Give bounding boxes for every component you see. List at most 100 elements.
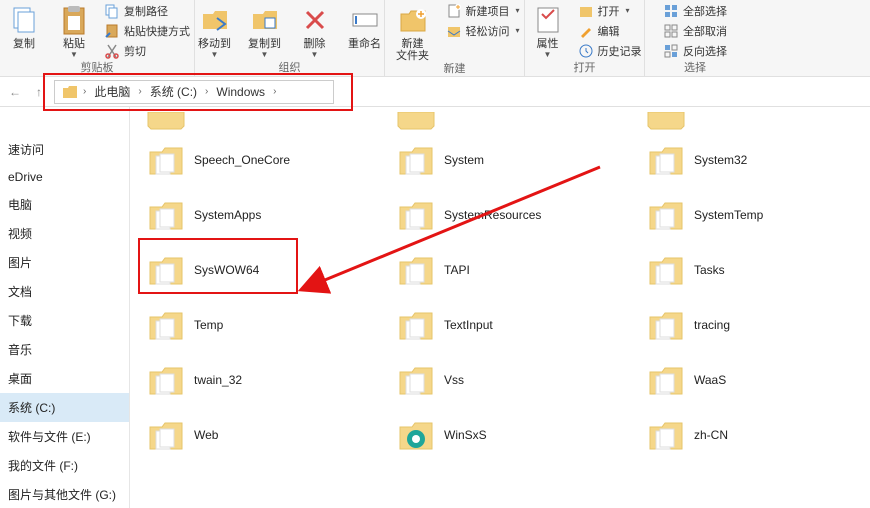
copyto-button[interactable]: 复制到 ▼	[243, 2, 287, 59]
chevron-down-icon: ▼	[311, 50, 319, 59]
folder-name: twain_32	[194, 373, 242, 387]
folder-item[interactable]: Tasks	[640, 242, 870, 297]
folder-item[interactable]: WaaS	[640, 352, 870, 407]
folder-view[interactable]: Speech_OneCoreSystemSystem32SystemAppsSy…	[130, 107, 870, 508]
folder-name: SysWOW64	[194, 263, 259, 277]
chevron-down-icon: ▾	[516, 26, 520, 35]
moveto-icon	[199, 4, 231, 36]
folder-name: zh-CN	[694, 428, 728, 442]
sidebar-item[interactable]: 视频	[0, 219, 129, 248]
sidebar-item[interactable]: 图片	[0, 248, 129, 277]
folder-item[interactable]	[140, 110, 390, 132]
copypath-button[interactable]: 复制路径	[102, 2, 192, 20]
rename-button[interactable]: 重命名	[343, 2, 387, 50]
properties-button[interactable]: 属性 ▼	[526, 2, 570, 59]
folder-item[interactable]: twain_32	[140, 352, 390, 407]
folder-icon	[396, 195, 436, 235]
sidebar-item[interactable]: eDrive	[0, 164, 129, 190]
folder-item[interactable]: SystemResources	[390, 187, 640, 242]
folder-name: Temp	[194, 318, 223, 332]
sidebar-item[interactable]: 软件与文件 (E:)	[0, 422, 129, 451]
folder-item[interactable]: tracing	[640, 297, 870, 352]
moveto-button[interactable]: 移动到 ▼	[193, 2, 237, 59]
folder-item[interactable]: System	[390, 132, 640, 187]
folder-item[interactable]	[640, 110, 870, 132]
folder-item[interactable]	[390, 110, 640, 132]
chevron-right-icon[interactable]: ›	[136, 86, 143, 97]
newitem-button[interactable]: 新建项目 ▾	[444, 2, 522, 20]
ribbon-group-select: 全部选择 全部取消 反向选择 选择	[645, 0, 745, 76]
breadcrumb-item[interactable]: Windows	[212, 85, 269, 99]
paste-button[interactable]: 粘贴 ▼	[52, 2, 96, 59]
folder-item[interactable]: Web	[140, 407, 390, 462]
address-row: ← ↑ › 此电脑 › 系统 (C:) › Windows ›	[0, 77, 870, 107]
history-icon	[578, 43, 594, 59]
copy-icon	[8, 4, 40, 36]
folder-name: Web	[194, 428, 218, 442]
folder-item[interactable]: Temp	[140, 297, 390, 352]
open-button[interactable]: 打开 ▾	[576, 2, 644, 20]
folder-icon	[396, 112, 436, 130]
chevron-right-icon[interactable]: ›	[203, 86, 210, 97]
ribbon-group-clipboard: 复制 粘贴 ▼ 复制路径 粘贴快捷方式	[0, 0, 195, 76]
breadcrumb-item[interactable]: 系统 (C:)	[146, 83, 201, 100]
delete-icon	[299, 4, 331, 36]
folder-item[interactable]: Speech_OneCore	[140, 132, 390, 187]
cut-button[interactable]: 剪切	[102, 42, 192, 60]
edit-button[interactable]: 编辑	[576, 22, 644, 40]
history-button[interactable]: 历史记录	[576, 42, 644, 60]
folder-item[interactable]: SystemTemp	[640, 187, 870, 242]
folder-item[interactable]: TextInput	[390, 297, 640, 352]
paste-icon	[58, 4, 90, 36]
folder-icon	[646, 305, 686, 345]
ribbon-group-label: 剪贴板	[81, 61, 114, 75]
folder-item[interactable]: Vss	[390, 352, 640, 407]
breadcrumb[interactable]: › 此电脑 › 系统 (C:) › Windows ›	[54, 80, 334, 104]
folder-icon	[146, 140, 186, 180]
folder-icon	[61, 83, 79, 101]
sidebar-item[interactable]: 文档	[0, 277, 129, 306]
nav-up-button[interactable]: ↑	[30, 83, 48, 101]
folder-icon	[146, 360, 186, 400]
sidebar-item[interactable]: 速访问	[0, 135, 129, 164]
newfolder-button[interactable]: 新建 文件夹	[388, 2, 438, 62]
sidebar-item[interactable]: 我的文件 (F:)	[0, 451, 129, 480]
folder-icon	[146, 195, 186, 235]
chevron-down-icon: ▼	[70, 50, 78, 59]
invertsel-button[interactable]: 反向选择	[661, 42, 729, 60]
easyaccess-button[interactable]: 轻松访问 ▾	[444, 22, 522, 40]
chevron-down-icon: ▼	[261, 50, 269, 59]
selectnone-icon	[663, 23, 679, 39]
folder-name: Vss	[444, 373, 464, 387]
ribbon-group-open: 属性 ▼ 打开 ▾ 编辑 历史记录 打开	[525, 0, 645, 76]
folder-item[interactable]: WinSxS	[390, 407, 640, 462]
sidebar-item[interactable]: 系统 (C:)	[0, 393, 129, 422]
folder-item[interactable]: zh-CN	[640, 407, 870, 462]
selectnone-button[interactable]: 全部取消	[661, 22, 729, 40]
rename-icon	[349, 4, 381, 36]
folder-icon	[396, 250, 436, 290]
folder-item[interactable]: TAPI	[390, 242, 640, 297]
chevron-down-icon: ▾	[626, 6, 630, 15]
sidebar-item[interactable]: 图片与其他文件 (G:)	[0, 480, 129, 508]
nav-back-button[interactable]: ←	[6, 83, 24, 101]
sidebar-item[interactable]: 音乐	[0, 335, 129, 364]
sidebar-item[interactable]: 电脑	[0, 190, 129, 219]
delete-button[interactable]: 删除 ▼	[293, 2, 337, 59]
chevron-right-icon[interactable]: ›	[81, 86, 88, 97]
newitem-icon	[446, 3, 462, 19]
folder-icon	[396, 360, 436, 400]
pasteshortcut-button[interactable]: 粘贴快捷方式	[102, 22, 192, 40]
folder-item[interactable]: SysWOW64	[140, 242, 390, 297]
copy-button[interactable]: 复制	[2, 2, 46, 50]
selectall-button[interactable]: 全部选择	[661, 2, 729, 20]
ribbon-group-label: 组织	[279, 61, 301, 75]
chevron-right-icon[interactable]: ›	[271, 86, 278, 97]
breadcrumb-item[interactable]: 此电脑	[90, 83, 134, 100]
ribbon: 复制 粘贴 ▼ 复制路径 粘贴快捷方式	[0, 0, 870, 77]
folder-item[interactable]: System32	[640, 132, 870, 187]
sidebar-item[interactable]: 下载	[0, 306, 129, 335]
ribbon-group-new: 新建 文件夹 新建项目 ▾ 轻松访问 ▾ 新建	[385, 0, 525, 76]
folder-item[interactable]: SystemApps	[140, 187, 390, 242]
sidebar-item[interactable]: 桌面	[0, 364, 129, 393]
